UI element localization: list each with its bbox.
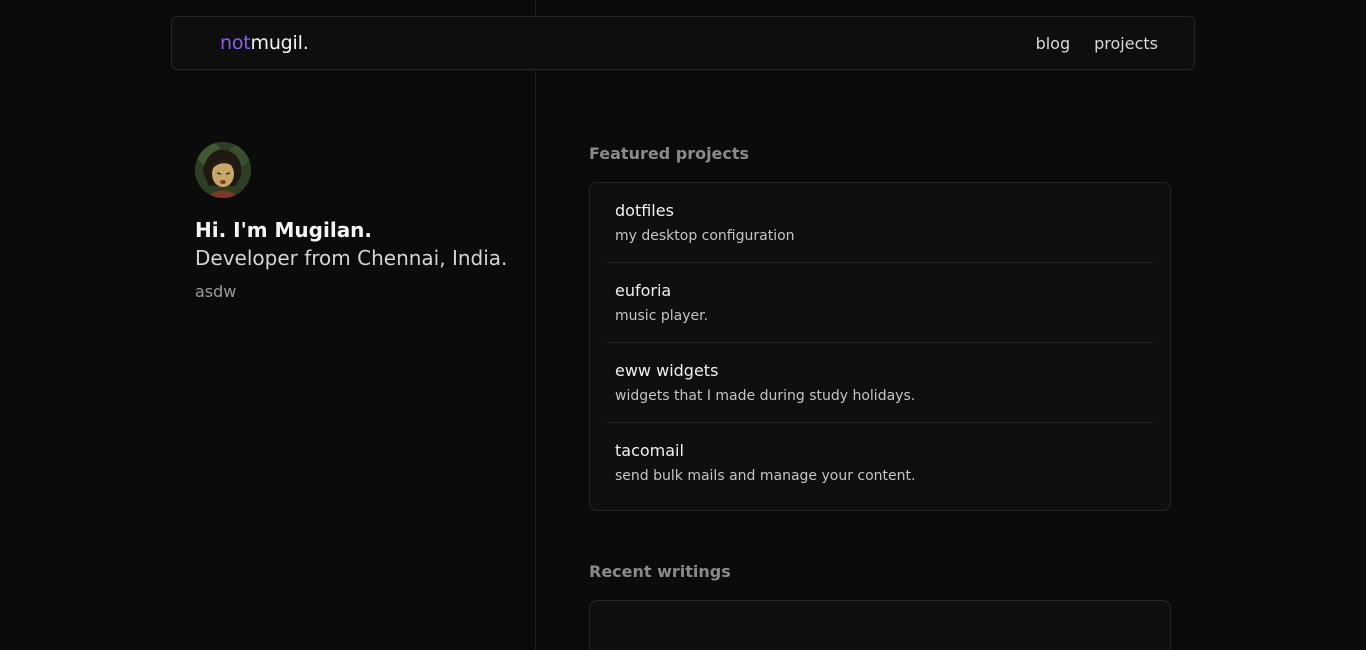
main-content: Featured projects dotfiles my desktop co… (589, 144, 1171, 650)
site-logo[interactable]: notmugil. (220, 32, 309, 54)
nav-link-projects[interactable]: projects (1094, 34, 1158, 53)
logo-text: mugil. (250, 32, 309, 54)
nav-link-blog[interactable]: blog (1036, 34, 1071, 53)
nav-links: blog projects (1036, 34, 1158, 53)
project-item-eww-widgets[interactable]: eww widgets widgets that I made during s… (606, 343, 1154, 423)
project-description: my desktop configuration (615, 228, 795, 244)
project-item-euforia[interactable]: euforia music player. (606, 263, 1154, 343)
project-title: eww widgets (615, 361, 719, 380)
page: notmugil. blog projects Hi. I'm Mugilan.… (0, 0, 1366, 650)
greeting-heading: Hi. I'm Mugilan. (195, 218, 373, 242)
bio-text: asdw (195, 282, 237, 301)
logo-accent-text: not (220, 32, 251, 54)
project-title: tacomail (615, 441, 684, 460)
project-description: music player. (615, 308, 709, 324)
vertical-divider (535, 0, 536, 650)
project-title: dotfiles (615, 201, 674, 220)
navbar: notmugil. blog projects (171, 16, 1195, 70)
projects-card: dotfiles my desktop configuration eufori… (589, 182, 1171, 511)
project-description: send bulk mails and manage your content. (615, 468, 916, 484)
project-item-tacomail[interactable]: tacomail send bulk mails and manage your… (606, 423, 1154, 510)
writings-card (589, 600, 1171, 650)
intro-section: Hi. I'm Mugilan. Developer from Chennai,… (195, 142, 515, 301)
avatar (195, 142, 251, 198)
recent-writings-heading: Recent writings (589, 562, 731, 581)
project-description: widgets that I made during study holiday… (615, 388, 916, 404)
project-item-dotfiles[interactable]: dotfiles my desktop configuration (606, 183, 1154, 263)
tagline: Developer from Chennai, India. (195, 246, 508, 270)
project-title: euforia (615, 281, 672, 300)
featured-projects-heading: Featured projects (589, 144, 750, 163)
